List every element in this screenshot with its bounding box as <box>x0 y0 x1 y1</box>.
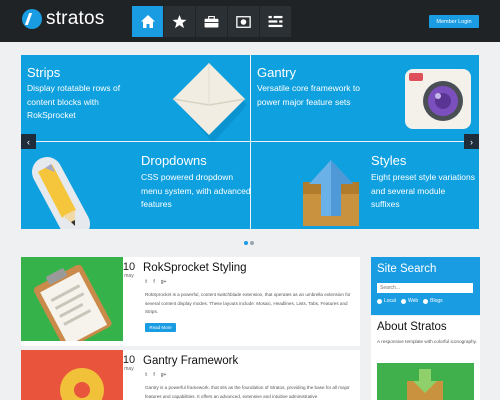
download-box-icon <box>407 369 443 400</box>
nav-gallery-button[interactable] <box>228 6 259 37</box>
blog-post-roksprocket: 10 may RokSprocket Styling 𝕥 f g+ RokSpr… <box>21 257 360 346</box>
tile-gantry[interactable]: Gantry Versatile core framework to power… <box>251 55 479 141</box>
prev-slide-button[interactable]: ‹ <box>21 134 36 149</box>
tile-description: CSS powered dropdown menu system, with a… <box>141 172 250 209</box>
camera-icon <box>405 69 471 129</box>
home-icon <box>140 15 155 28</box>
nav-portfolio-button[interactable] <box>196 6 227 37</box>
facebook-icon[interactable]: f <box>153 279 154 285</box>
site-search-title: Site Search <box>377 263 437 275</box>
radio-icon <box>377 298 382 304</box>
radio-icon <box>400 298 406 304</box>
search-scope-options: Local Web Blogs <box>377 298 443 304</box>
social-share: 𝕥 f g+ <box>145 279 166 285</box>
twitter-icon[interactable]: 𝕥 <box>145 372 147 378</box>
post-date-month: may <box>124 366 134 372</box>
top-navigation-bar: stratos Member Login <box>0 0 500 42</box>
envelope-icon <box>172 63 247 141</box>
pencil-icon <box>32 157 90 229</box>
search-option-blogs[interactable]: Blogs <box>423 298 443 304</box>
sliders-icon <box>268 15 283 28</box>
post-excerpt: RokSprocket is a powerful, content switc… <box>145 292 351 314</box>
briefcase-icon <box>204 15 219 28</box>
option-label: Web <box>407 298 419 304</box>
logo-text: stratos <box>46 8 105 29</box>
post-excerpt: Gantry is a powerful framework, that sit… <box>145 385 350 399</box>
facebook-icon[interactable]: f <box>153 372 154 378</box>
tile-dropdowns[interactable]: Dropdowns CSS powered dropdown menu syst… <box>21 142 250 229</box>
post-image <box>21 257 123 341</box>
tile-description: Eight preset style variations and severa… <box>371 172 475 209</box>
logo-mark-icon <box>22 9 42 29</box>
about-description: A responsive template with colorful icon… <box>377 339 477 344</box>
next-slide-button[interactable]: › <box>464 134 479 149</box>
clipboard-icon <box>33 265 112 341</box>
tile-description: Versatile core framework to power major … <box>257 83 360 107</box>
post-date: 10 may <box>119 354 139 373</box>
pagination-dot[interactable] <box>250 241 254 245</box>
tile-title: Strips <box>27 65 61 80</box>
option-label: Local <box>384 298 396 304</box>
post-date-day: 10 <box>122 261 136 273</box>
tile-strips[interactable]: Strips Display rotatable rows of content… <box>21 55 250 141</box>
site-logo[interactable]: stratos <box>22 8 104 30</box>
google-plus-icon[interactable]: g+ <box>161 372 167 378</box>
tile-title: Dropdowns <box>141 153 207 168</box>
main-menu <box>132 6 291 37</box>
nav-settings-button[interactable] <box>260 6 291 37</box>
gear-icon <box>60 368 104 400</box>
radio-icon <box>423 298 429 304</box>
tile-description: Display rotatable rows of content blocks… <box>27 83 121 120</box>
nav-features-button[interactable] <box>164 6 195 37</box>
nav-home-button[interactable] <box>132 6 163 37</box>
search-input[interactable] <box>377 283 473 293</box>
star-icon <box>172 14 187 29</box>
option-label: Blogs <box>430 298 443 304</box>
blog-post-gantry: 10 may Gantry Framework 𝕥 f g+ Gantry is… <box>21 350 360 400</box>
tile-title: Styles <box>371 153 407 168</box>
about-title: About Stratos <box>377 321 447 333</box>
search-option-web[interactable]: Web <box>400 298 419 304</box>
about-image <box>377 363 474 400</box>
post-date-day: 10 <box>122 354 136 366</box>
tile-title: Gantry <box>257 65 297 80</box>
post-date: 10 may <box>119 261 139 280</box>
picture-icon <box>236 15 251 28</box>
feature-showcase: Strips Display rotatable rows of content… <box>21 55 479 229</box>
member-login-button[interactable]: Member Login <box>429 15 479 28</box>
tile-styles[interactable]: Styles Eight preset style variations and… <box>251 142 479 229</box>
about-module: About Stratos A responsive template with… <box>371 316 480 400</box>
upload-box-icon <box>303 160 359 226</box>
slide-pagination <box>244 241 254 245</box>
google-plus-icon[interactable]: g+ <box>161 279 167 285</box>
post-title[interactable]: Gantry Framework <box>143 355 238 367</box>
pagination-dot-active[interactable] <box>244 241 248 245</box>
social-share: 𝕥 f g+ <box>145 372 166 378</box>
search-option-local[interactable]: Local <box>377 298 396 304</box>
post-date-month: may <box>124 273 134 279</box>
twitter-icon[interactable]: 𝕥 <box>145 279 147 285</box>
post-title[interactable]: RokSprocket Styling <box>143 262 247 274</box>
site-search-module: Site Search Local Web Blogs <box>371 257 480 315</box>
read-more-button[interactable]: Read More <box>145 323 176 332</box>
post-image <box>21 350 123 400</box>
